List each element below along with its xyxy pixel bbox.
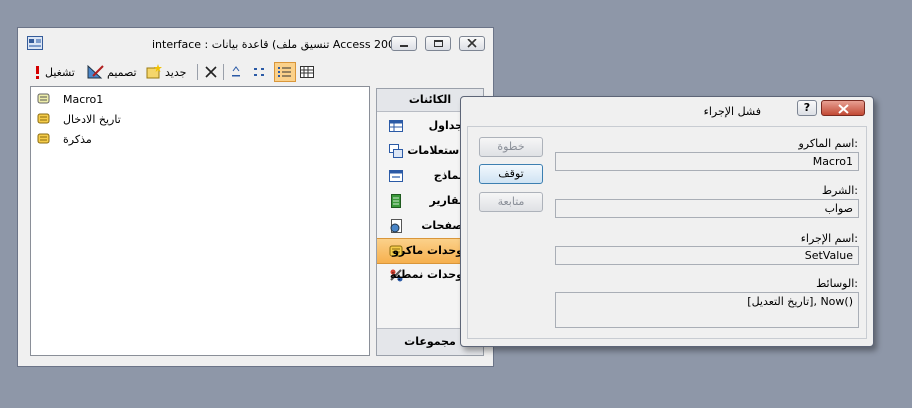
help-button[interactable]: ? [797, 100, 817, 116]
close-icon [467, 39, 477, 48]
table-icon [389, 120, 403, 132]
halt-button[interactable]: توقف [479, 164, 543, 184]
macro-icon [37, 133, 50, 144]
action-name-field[interactable]: SetValue [555, 246, 859, 265]
action-name-label: اسم الإجراء: [800, 232, 858, 245]
database-window: interface : قاعدة بيانات (تنسيق ملف Acce… [17, 27, 494, 367]
arguments-label: الوسائط: [816, 277, 858, 290]
new-button[interactable]: جديد [145, 63, 186, 81]
action-failed-dialog: فشل الإجراء ? خطوة توقف متابعة اسم الماك… [460, 96, 874, 347]
dialog-body: خطوة توقف متابعة اسم الماكرو: Macro1 الش… [467, 126, 867, 339]
database-app-icon [27, 36, 43, 50]
exclamation-icon [36, 66, 39, 79]
list-item[interactable]: تاريخ الادخال [37, 111, 121, 127]
report-icon [391, 194, 401, 208]
large-icons-icon [232, 66, 240, 77]
form-icon [389, 170, 403, 182]
run-button[interactable]: تشغيل [34, 63, 75, 81]
new-icon [146, 64, 162, 79]
dialog-title: فشل الإجراء [703, 105, 761, 118]
continue-button[interactable]: متابعة [479, 192, 543, 212]
macro-name-label: اسم الماكرو: [798, 137, 858, 150]
list-view-button[interactable] [274, 62, 296, 82]
dialog-close-button[interactable] [821, 100, 865, 116]
list-item[interactable]: مذكرة [37, 131, 92, 147]
macro-icon [37, 93, 50, 104]
restore-button[interactable] [425, 36, 451, 51]
list-item[interactable]: Macro1 [37, 91, 103, 107]
details-view-button[interactable] [300, 63, 314, 81]
step-button[interactable]: خطوة [479, 137, 543, 157]
arguments-field[interactable]: [تاريخ التعديل], Now() [555, 292, 859, 328]
delete-icon [205, 66, 217, 78]
small-icons-button[interactable] [253, 63, 269, 81]
condition-label: الشرط: [821, 184, 858, 197]
macro-icon [37, 113, 50, 124]
close-button[interactable] [459, 36, 485, 51]
design-icon [87, 64, 104, 79]
minimize-button[interactable] [391, 36, 417, 51]
delete-button[interactable] [204, 63, 218, 81]
title-bar: interface : قاعدة بيانات (تنسيق ملف Acce… [18, 28, 493, 60]
design-button[interactable]: تصميم [87, 63, 137, 81]
restore-icon [434, 40, 443, 47]
page-icon [390, 219, 402, 233]
window-title: interface : قاعدة بيانات (تنسيق ملف Acce… [152, 38, 407, 51]
minimize-icon [400, 45, 408, 47]
small-icons-icon [254, 68, 264, 76]
toolbar-separator [223, 64, 224, 80]
objects-list: Macro1 تاريخ الادخال مذكرة [30, 86, 370, 356]
question-mark-icon: ? [803, 101, 811, 114]
macro-name-field[interactable]: Macro1 [555, 152, 859, 171]
condition-field[interactable]: صواب [555, 199, 859, 218]
large-icons-button[interactable] [229, 63, 243, 81]
toolbar: تشغيل تصميم جديد [20, 60, 491, 84]
list-icon [278, 67, 291, 77]
query-icon [389, 144, 403, 158]
close-icon [838, 104, 849, 114]
details-icon [300, 66, 314, 78]
toolbar-separator [197, 64, 198, 80]
